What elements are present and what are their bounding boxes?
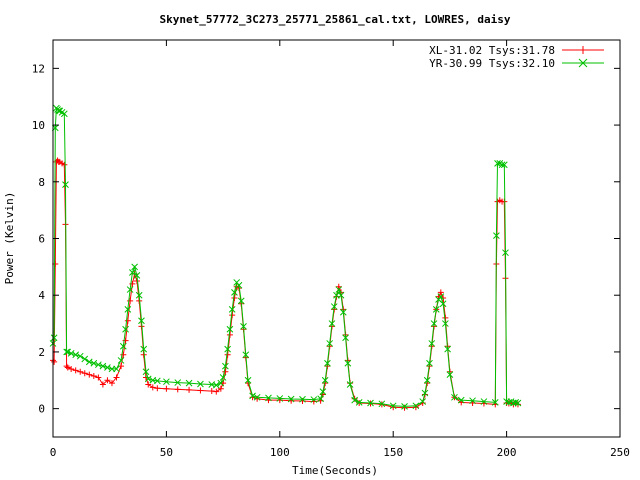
legend-label-xl: XL-31.02 Tsys:31.78 <box>429 44 555 57</box>
chart-title: Skynet_57772_3C273_25771_25861_cal.txt, … <box>160 13 511 26</box>
y-axis-label: Power (Kelvin) <box>3 192 16 285</box>
y-tick-label: 4 <box>38 289 45 302</box>
y-tick-label: 2 <box>38 346 45 359</box>
y-tick-label: 10 <box>32 119 45 132</box>
y-tick-label: 6 <box>38 233 45 246</box>
x-tick-label: 50 <box>160 446 173 459</box>
x-tick-label: 200 <box>497 446 517 459</box>
chart-background <box>0 0 640 480</box>
x-tick-label: 150 <box>383 446 403 459</box>
legend-label-yr: YR-30.99 Tsys:32.10 <box>429 57 555 70</box>
x-tick-label: 100 <box>270 446 290 459</box>
x-tick-label: 250 <box>610 446 630 459</box>
x-tick-label: 0 <box>50 446 57 459</box>
y-tick-label: 0 <box>38 403 45 416</box>
y-tick-label: 8 <box>38 176 45 189</box>
y-tick-label: 12 <box>32 62 45 75</box>
x-axis-label: Time(Seconds) <box>292 464 378 477</box>
chart: Skynet_57772_3C273_25771_25861_cal.txt, … <box>0 0 640 480</box>
